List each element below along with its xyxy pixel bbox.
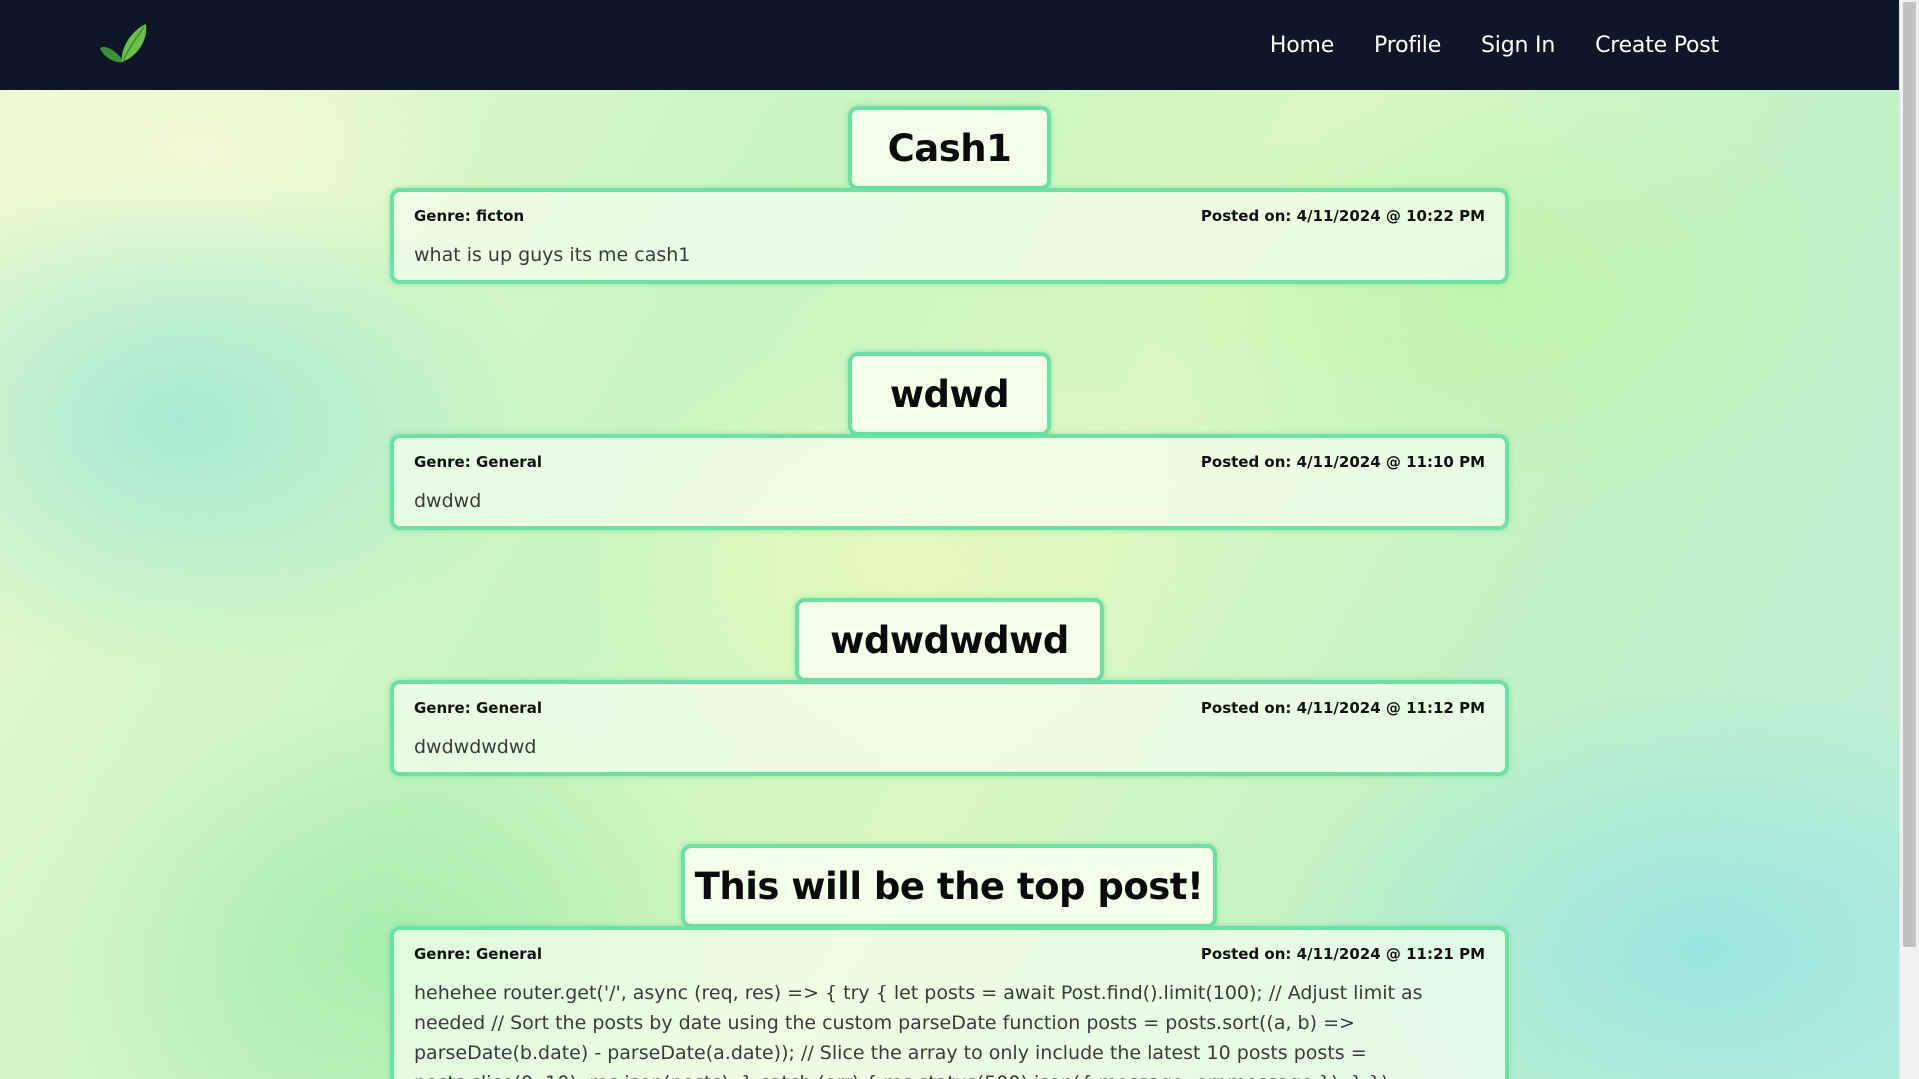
post-meta: Genre: ficton Posted on: 4/11/2024 @ 10:…	[414, 207, 1485, 225]
post-body: dwdwd	[414, 490, 482, 512]
post-meta: Genre: General Posted on: 4/11/2024 @ 11…	[414, 453, 1485, 471]
post-title: wdwdwdwd	[795, 598, 1104, 682]
post-date: Posted on: 4/11/2024 @ 11:12 PM	[1200, 699, 1485, 717]
nav-create-post-link[interactable]: Create Post	[1595, 33, 1719, 58]
post-card: Genre: General Posted on: 4/11/2024 @ 11…	[390, 434, 1509, 530]
post-meta: Genre: General Posted on: 4/11/2024 @ 11…	[414, 945, 1485, 963]
post-genre: Genre: ficton	[414, 207, 525, 225]
post-date: Posted on: 4/11/2024 @ 11:21 PM	[1200, 945, 1485, 963]
navbar: Home Profile Sign In Create Post	[0, 0, 1899, 90]
nav-sign-in-link[interactable]: Sign In	[1481, 33, 1555, 58]
post-meta: Genre: General Posted on: 4/11/2024 @ 11…	[414, 699, 1485, 717]
post-card: Genre: General Posted on: 4/11/2024 @ 11…	[390, 926, 1509, 1079]
post-date: Posted on: 4/11/2024 @ 10:22 PM	[1200, 207, 1485, 225]
nav-home-link[interactable]: Home	[1270, 33, 1334, 58]
post-card: Genre: ficton Posted on: 4/11/2024 @ 10:…	[390, 188, 1509, 284]
vertical-scrollbar[interactable]	[1899, 0, 1919, 1079]
post-genre: Genre: General	[414, 945, 542, 963]
post-feed: Cash1 Genre: ficton Posted on: 4/11/2024…	[0, 0, 1899, 1079]
post-title: wdwd	[848, 352, 1051, 436]
post-body: hehehee router.get('/', async (req, res)…	[414, 982, 1423, 1079]
nav-links: Home Profile Sign In Create Post	[1270, 0, 1719, 90]
nav-profile-link[interactable]: Profile	[1374, 33, 1441, 58]
post-card: Genre: General Posted on: 4/11/2024 @ 11…	[390, 680, 1509, 776]
post-title: Cash1	[848, 106, 1051, 190]
post-genre: Genre: General	[414, 699, 542, 717]
post-title: This will be the top post!	[681, 844, 1217, 928]
leaf-icon[interactable]	[98, 22, 150, 66]
post-body: what is up guys its me cash1	[414, 244, 691, 266]
post-date: Posted on: 4/11/2024 @ 11:10 PM	[1200, 453, 1485, 471]
post-genre: Genre: General	[414, 453, 542, 471]
scrollbar-thumb[interactable]	[1903, 2, 1916, 947]
post-body: dwdwdwdwd	[414, 736, 537, 758]
